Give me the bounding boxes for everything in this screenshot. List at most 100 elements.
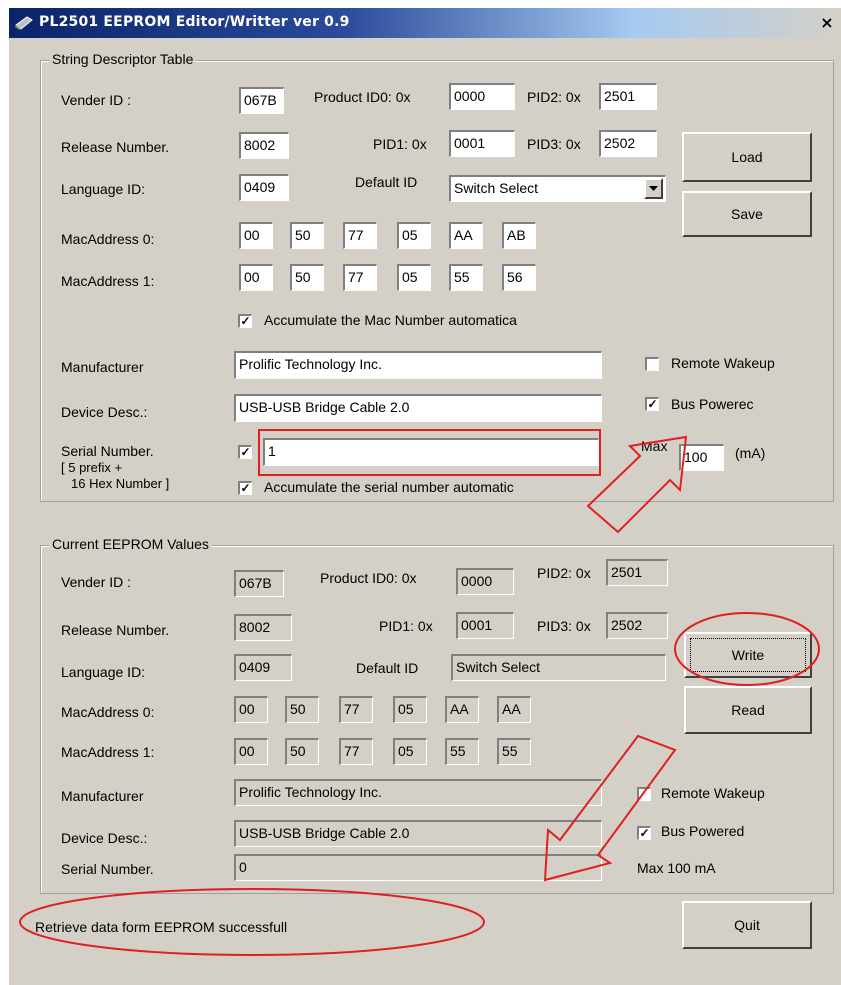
- remote-wakeup-checkbox[interactable]: [645, 357, 659, 371]
- cur-remote-wakeup-checkbox: [637, 787, 651, 801]
- load-button[interactable]: Load: [682, 132, 812, 182]
- pid1-label: PID1: 0x: [373, 136, 427, 152]
- pid3-input[interactable]: 2502: [599, 130, 657, 157]
- cur-mac1-byte-5: 55: [445, 738, 479, 765]
- cur-mac0-byte-4: 05: [393, 696, 427, 723]
- cur-mac1-byte-3: 77: [339, 738, 373, 765]
- cur-manufacturer-value: Prolific Technology Inc.: [234, 779, 602, 806]
- remote-wakeup-label: Remote Wakeup: [671, 355, 775, 371]
- cur-pid3-value: 2502: [606, 612, 668, 639]
- cur-mac0-byte-5: AA: [445, 696, 479, 723]
- accumulate-mac-label: Accumulate the Mac Number automatica: [264, 312, 517, 328]
- quit-button[interactable]: Quit: [682, 901, 812, 949]
- read-button[interactable]: Read: [684, 686, 812, 734]
- mac0-byte-6[interactable]: AB: [502, 222, 536, 249]
- default-id-select[interactable]: Switch Select: [449, 175, 666, 202]
- save-button[interactable]: Save: [682, 191, 812, 237]
- write-button[interactable]: Write: [684, 632, 812, 678]
- cur-pid2-value: 2501: [606, 559, 668, 586]
- cur-pid0-value: 0000: [456, 568, 514, 595]
- device-desc-input[interactable]: USB-USB Bridge Cable 2.0: [234, 394, 602, 422]
- app-icon: [15, 16, 33, 30]
- mac1-byte-6[interactable]: 56: [502, 264, 536, 291]
- pid2-input[interactable]: 2501: [599, 83, 657, 110]
- mac1-byte-3[interactable]: 77: [343, 264, 377, 291]
- serial-enable-checkbox[interactable]: ✓: [238, 445, 252, 459]
- cur-pid1-label: PID1: 0x: [379, 618, 433, 634]
- cur-release-label: Release Number.: [61, 622, 170, 638]
- mac0-byte-3[interactable]: 77: [343, 222, 377, 249]
- release-input[interactable]: 8002: [239, 132, 289, 159]
- default-id-value: Switch Select: [454, 180, 539, 196]
- cur-pid0-label: Product ID0: 0x: [320, 570, 417, 586]
- mac0-byte-1[interactable]: 00: [239, 222, 273, 249]
- mac1-byte-2[interactable]: 50: [290, 264, 324, 291]
- mac1-byte-5[interactable]: 55: [449, 264, 483, 291]
- cur-mac0-byte-2: 50: [285, 696, 319, 723]
- cur-bus-powered-checkbox: ✓: [637, 826, 651, 840]
- cur-mac1-label: MacAddress 1:: [61, 744, 155, 760]
- pid2-label: PID2: 0x: [527, 89, 581, 105]
- cur-manufacturer-label: Manufacturer: [61, 788, 144, 804]
- cur-vid-label: Vender ID :: [61, 574, 132, 590]
- lang-input[interactable]: 0409: [239, 174, 289, 201]
- default-id-dropdown-button[interactable]: [644, 178, 663, 199]
- cur-max-text: Max 100 mA: [637, 860, 716, 876]
- mac0-byte-4[interactable]: 05: [397, 222, 431, 249]
- cur-mac0-label: MacAddress 0:: [61, 704, 155, 720]
- cur-mac0-byte-3: 77: [339, 696, 373, 723]
- cur-lang-value: 0409: [234, 654, 292, 681]
- mac1-byte-4[interactable]: 05: [397, 264, 431, 291]
- cur-pid2-label: PID2: 0x: [537, 565, 591, 581]
- cur-pid3-label: PID3: 0x: [537, 618, 591, 634]
- title-bar: PL2501 EEPROM Editor/Writter ver 0.9 ×: [9, 8, 841, 38]
- cur-mac0-byte-1: 00: [234, 696, 268, 723]
- mac0-byte-5[interactable]: AA: [449, 222, 483, 249]
- max-unit-label: (mA): [735, 445, 766, 461]
- close-icon[interactable]: ×: [816, 13, 838, 33]
- cur-device-desc-value: USB-USB Bridge Cable 2.0: [234, 820, 602, 847]
- pid0-label: Product ID0: 0x: [314, 89, 411, 105]
- mac1-label: MacAddress 1:: [61, 273, 155, 289]
- pid1-input[interactable]: 0001: [449, 130, 515, 157]
- serial-note-2: 16 Hex Number ]: [71, 476, 170, 491]
- accumulate-serial-label: Accumulate the serial number automatic: [264, 479, 514, 495]
- window-title: PL2501 EEPROM Editor/Writter ver 0.9: [39, 14, 350, 30]
- cur-mac1-byte-1: 00: [234, 738, 268, 765]
- cur-pid1-value: 0001: [456, 612, 514, 639]
- cur-mac1-byte-2: 50: [285, 738, 319, 765]
- mac0-byte-2[interactable]: 50: [290, 222, 324, 249]
- mac0-label: MacAddress 0:: [61, 231, 155, 247]
- cur-remote-wakeup-label: Remote Wakeup: [661, 785, 765, 801]
- chevron-down-icon: [649, 186, 658, 191]
- serial-input[interactable]: 1: [263, 438, 599, 466]
- vid-label: Vender ID :: [61, 92, 132, 108]
- string-descriptor-title: String Descriptor Table: [49, 51, 197, 67]
- cur-mac1-byte-4: 05: [393, 738, 427, 765]
- serial-note-1: [ 5 prefix +: [61, 460, 123, 475]
- accumulate-serial-checkbox[interactable]: ✓: [238, 481, 252, 495]
- status-text: Retrieve data form EEPROM successfull: [35, 919, 288, 935]
- cur-device-desc-label: Device Desc.:: [61, 830, 148, 846]
- manufacturer-input[interactable]: Prolific Technology Inc.: [234, 351, 602, 379]
- release-label: Release Number.: [61, 139, 170, 155]
- vid-input[interactable]: 067B: [239, 87, 284, 114]
- cur-release-value: 8002: [234, 614, 292, 641]
- cur-vid-value: 067B: [234, 570, 284, 597]
- bus-powered-label: Bus Powerec: [671, 396, 754, 412]
- cur-default-id-value: Switch Select: [451, 654, 666, 681]
- max-current-input[interactable]: 100: [679, 444, 724, 471]
- bus-powered-checkbox[interactable]: ✓: [645, 397, 659, 411]
- device-desc-label: Device Desc.:: [61, 404, 148, 420]
- string-descriptor-group: [40, 60, 834, 502]
- cur-serial-value: 0: [234, 854, 602, 881]
- pid0-input[interactable]: 0000: [449, 83, 515, 110]
- mac1-byte-1[interactable]: 00: [239, 264, 273, 291]
- manufacturer-label: Manufacturer: [61, 359, 144, 375]
- accumulate-mac-checkbox[interactable]: ✓: [238, 314, 252, 328]
- serial-label: Serial Number.: [61, 443, 154, 459]
- cur-serial-label: Serial Number.: [61, 861, 154, 877]
- pid3-label: PID3: 0x: [527, 136, 581, 152]
- max-label: Max: [641, 438, 668, 454]
- current-eeprom-title: Current EEPROM Values: [49, 536, 212, 552]
